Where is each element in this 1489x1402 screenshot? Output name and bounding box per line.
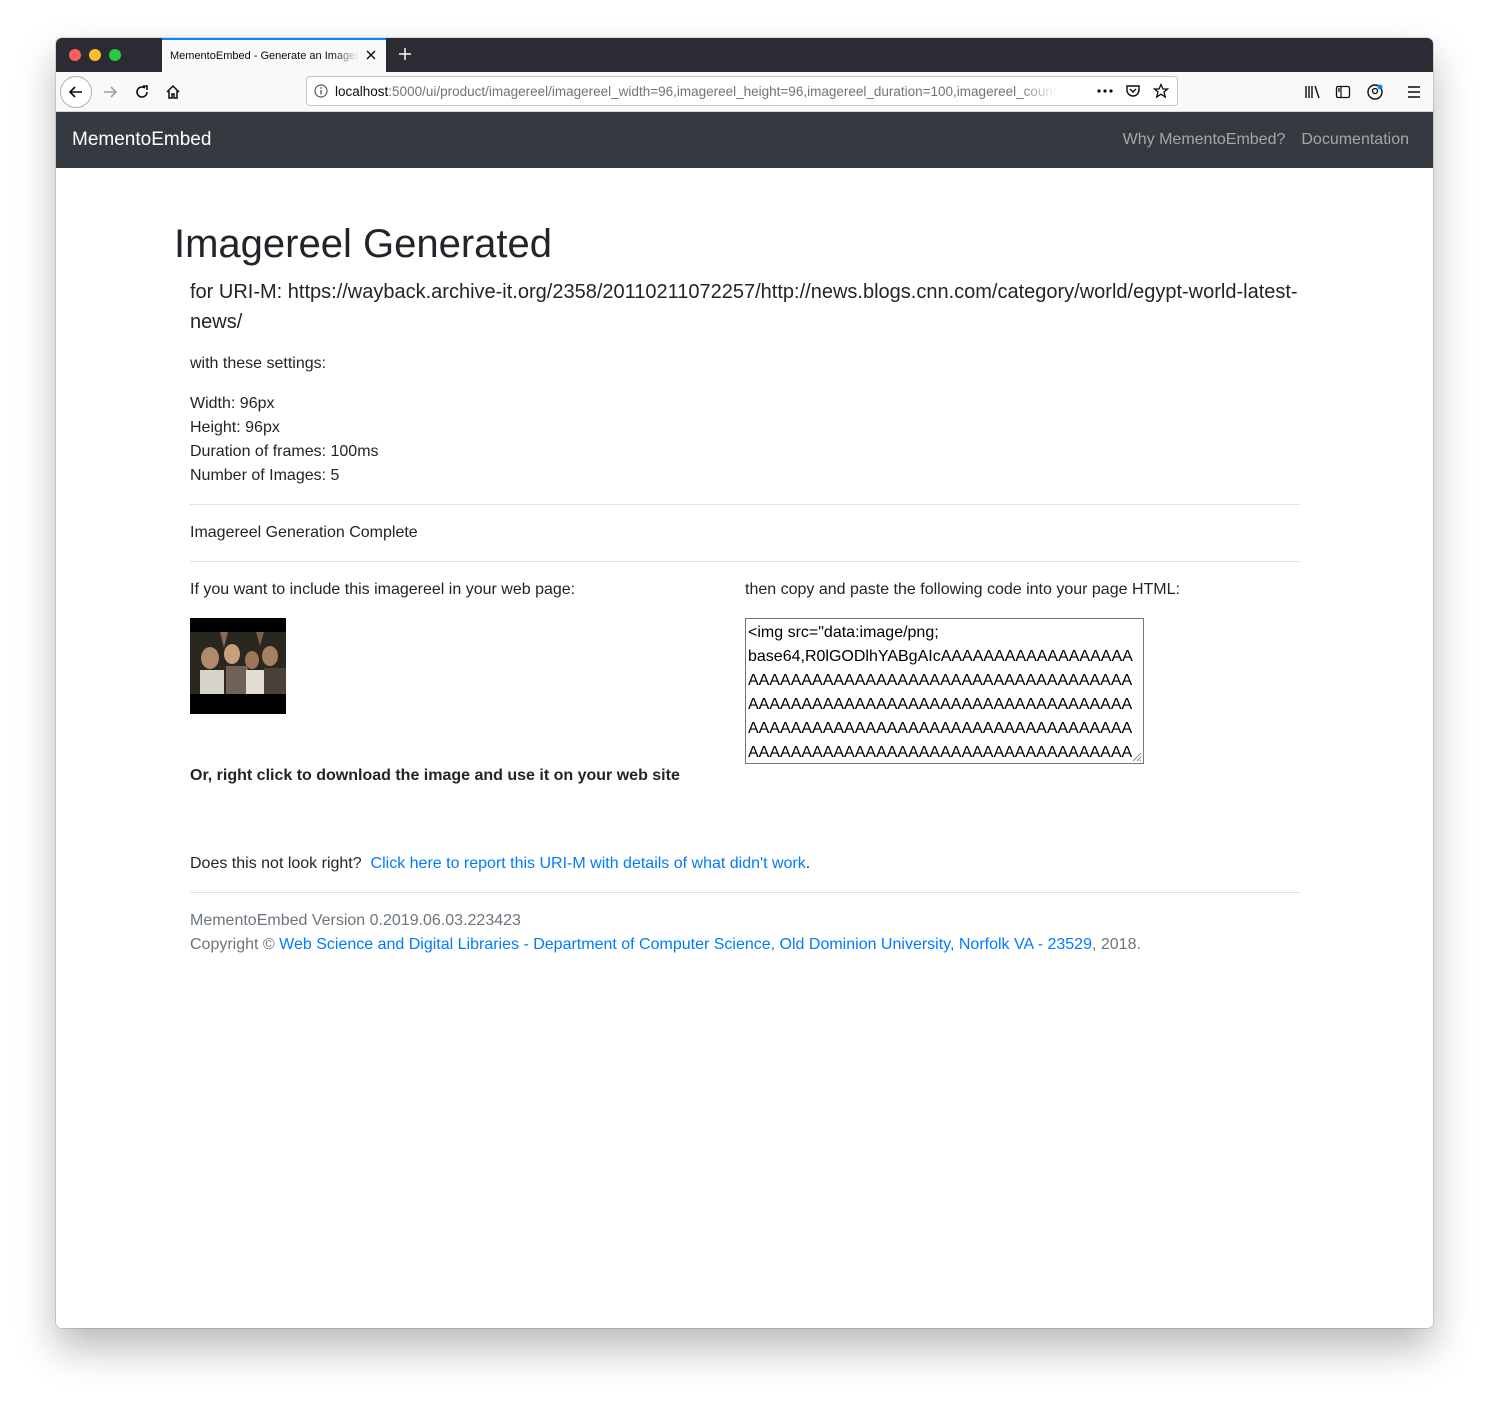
tab-title: MementoEmbed - Generate an Imagereel [170, 50, 360, 62]
tab-bar: MementoEmbed - Generate an Imagereel [56, 38, 1433, 72]
sidebar-button[interactable] [1329, 78, 1357, 106]
version-text: MementoEmbed Version 0.2019.06.03.223423 [190, 912, 521, 929]
page-title: Imagereel Generated [174, 222, 553, 266]
close-window-button[interactable] [69, 49, 81, 61]
pocket-icon[interactable] [1123, 81, 1143, 101]
report-line: Does this not look right? Click here to … [190, 852, 810, 876]
url-text[interactable]: localhost:5000/ui/product/imagereel/imag… [335, 84, 1057, 99]
navbar-brand[interactable]: MementoEmbed [72, 129, 211, 151]
url-path: :5000/ui/product/imagereel/imagereel_wid… [388, 83, 1057, 99]
reload-button[interactable] [128, 78, 156, 106]
home-button[interactable] [159, 78, 187, 106]
report-link[interactable]: Click here to report this URI-M with det… [371, 855, 806, 872]
setting-width: Width: 96px [190, 395, 275, 412]
url-bar[interactable]: localhost:5000/ui/product/imagereel/imag… [306, 76, 1178, 106]
url-host: localhost [335, 83, 389, 99]
footer-divider [190, 892, 1300, 893]
hamburger-menu-icon [1408, 86, 1420, 98]
wsdl-link[interactable]: Web Science and Digital Libraries - Depa… [279, 936, 1092, 953]
nav-link-why[interactable]: Why MementoEmbed? [1123, 131, 1286, 149]
copyright-line: Copyright © Web Science and Digital Libr… [190, 933, 1141, 957]
uri-m-lead: for URI-M: https://wayback.archive-it.or… [190, 281, 1298, 333]
nav-link-documentation[interactable]: Documentation [1301, 131, 1409, 149]
setting-height: Height: 96px [190, 419, 280, 436]
back-button[interactable] [60, 76, 92, 108]
back-arrow-icon [68, 86, 82, 98]
page-actions-icon[interactable] [1095, 81, 1115, 101]
resize-handle-icon[interactable] [1130, 750, 1142, 762]
sidebar-icon [1335, 85, 1351, 99]
library-button[interactable] [1299, 78, 1327, 106]
forward-button[interactable] [96, 78, 124, 106]
browser-tab[interactable]: MementoEmbed - Generate an Imagereel [162, 38, 386, 72]
embed-code-textarea[interactable]: <img src="data:image/png; base64,R0lGODl… [745, 618, 1144, 764]
setting-count: Number of Images: 5 [190, 467, 340, 484]
maximize-window-button[interactable] [109, 49, 121, 61]
divider [190, 504, 1300, 505]
report-period: . [805, 855, 811, 872]
reload-icon [136, 85, 148, 98]
site-navbar: MementoEmbed Why MementoEmbed? Documenta… [56, 112, 1433, 168]
bookmark-star-icon[interactable] [1151, 81, 1171, 101]
imagereel-thumbnail[interactable] [190, 618, 286, 714]
download-instructions: Or, right click to download the image an… [190, 767, 680, 784]
copy-instructions: then copy and paste the following code i… [745, 581, 1180, 598]
site-info-icon[interactable] [307, 84, 335, 98]
setting-duration: Duration of frames: 100ms [190, 443, 379, 460]
divider [190, 561, 1300, 562]
copyright-prefix: Copyright © [190, 936, 275, 953]
library-icon [1305, 85, 1320, 99]
settings-intro: with these settings: [190, 355, 327, 372]
account-icon [1367, 84, 1383, 100]
new-tab-icon[interactable] [394, 43, 416, 65]
include-instructions: If you want to include this imagereel in… [190, 581, 576, 598]
embed-code-value: <img src="data:image/png; base64,R0lGODl… [748, 624, 1133, 761]
browser-window: MementoEmbed - Generate an Imagereel loc… [56, 38, 1433, 1328]
status-message: Imagereel Generation Complete [190, 524, 418, 541]
crowd-photo-icon [190, 618, 286, 714]
browser-toolbar: localhost:5000/ui/product/imagereel/imag… [56, 72, 1433, 112]
minimize-window-button[interactable] [89, 49, 101, 61]
report-question: Does this not look right? [190, 855, 362, 872]
menu-button[interactable] [1400, 78, 1428, 106]
home-icon [166, 84, 180, 99]
close-tab-icon[interactable] [364, 48, 378, 62]
forward-arrow-icon [104, 86, 118, 98]
page-content: Imagereel Generated for URI-M: https://w… [56, 168, 1433, 1328]
account-button[interactable] [1361, 78, 1389, 106]
copyright-suffix: , 2018. [1091, 936, 1141, 953]
